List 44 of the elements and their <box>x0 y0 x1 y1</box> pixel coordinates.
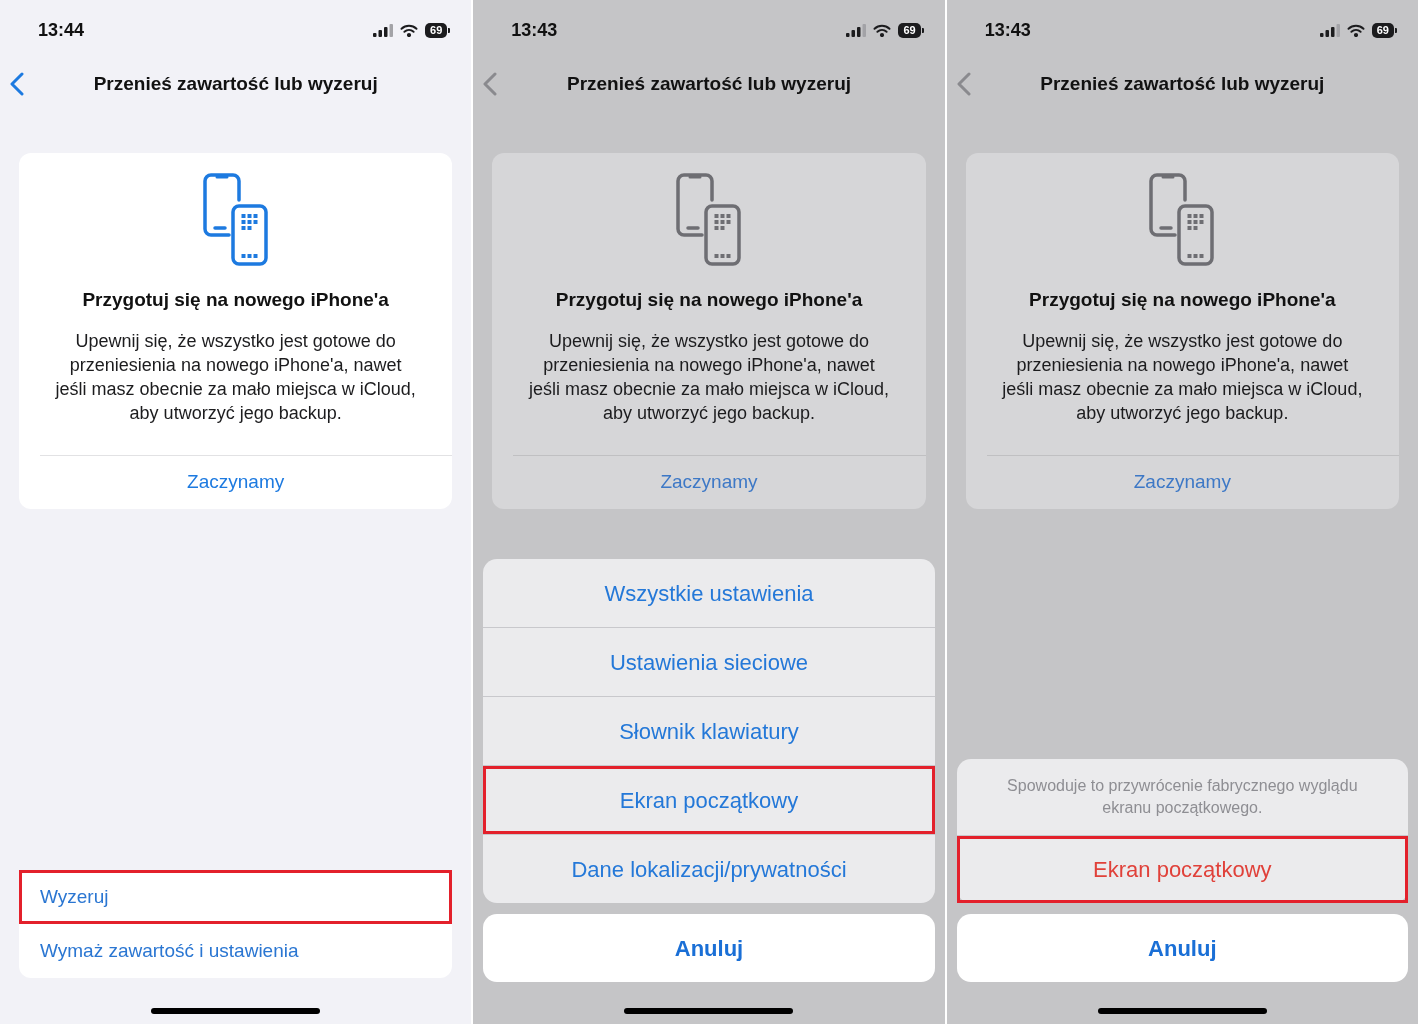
status-time: 13:43 <box>511 18 558 42</box>
card-title: Przygotuj się na nowego iPhone'a <box>1029 288 1336 312</box>
list-item[interactable]: Wymaż zawartość i ustawienia <box>19 924 453 978</box>
card-description: Upewnij się, że wszystko jest gotowe do przeniesienia na nowego iPhone'a, nawet jeśli masz obecnie za mało miejsca w iCloud, aby utworzyć jego backup. <box>1001 330 1364 425</box>
two-phones-icon <box>202 173 269 266</box>
card-description: Upewnij się, że wszystko jest gotowe do przeniesienia na nowego iPhone'a, nawet jeśli masz obecnie za mało miejsca w iCloud, aby utworzyć jego backup. <box>528 330 890 425</box>
cancel-button[interactable]: Anuluj <box>483 914 935 982</box>
sheet-action[interactable]: Ustawienia sieciowe <box>483 628 935 696</box>
get-started-link[interactable]: Zaczynamy <box>1133 468 1231 497</box>
status-time: 13:44 <box>38 18 85 42</box>
battery-indicator: 69 <box>898 22 924 38</box>
wifi-icon <box>873 23 892 37</box>
two-phones-icon <box>1149 173 1216 266</box>
back-button[interactable] <box>10 72 24 96</box>
nav-title: Przenieś zawartość lub wyzeruj <box>1039 71 1326 96</box>
card-title: Przygotuj się na nowego iPhone'a <box>555 288 863 312</box>
wifi-icon <box>1346 23 1365 37</box>
back-button[interactable] <box>483 72 498 96</box>
wifi-icon <box>400 23 419 37</box>
get-started-link[interactable]: Zaczynamy <box>187 468 285 497</box>
back-icon <box>483 72 498 96</box>
nav-title: Przenieś zawartość lub wyzeruj <box>565 71 852 96</box>
sheet-message: Spowoduje to przywrócenie fabrycznego wyglądu ekranu początkowego. <box>1006 776 1359 818</box>
nav-title: Przenieś zawartość lub wyzeruj <box>92 71 379 96</box>
signal-icon <box>373 23 394 37</box>
cancel-button[interactable]: Anuluj <box>956 914 1408 982</box>
sheet-action[interactable]: Dane lokalizacji/prywatności <box>483 835 935 903</box>
signal-icon <box>846 23 867 37</box>
sheet-action[interactable]: Ekran początkowy <box>483 766 935 834</box>
sheet-action[interactable]: Ekran początkowy <box>956 836 1408 903</box>
list-item[interactable]: Wyzeruj <box>19 870 453 924</box>
back-icon <box>956 72 971 96</box>
back-icon <box>10 72 24 96</box>
two-phones-icon <box>676 173 742 266</box>
battery-indicator: 69 <box>425 22 451 38</box>
signal-icon <box>1319 23 1340 37</box>
card-description: Upewnij się, że wszystko jest gotowe do przeniesienia na nowego iPhone'a, nawet jeśli masz obecnie za mało miejsca w iCloud, aby utworzyć jego backup. <box>54 330 417 425</box>
battery-indicator: 69 <box>1371 22 1397 38</box>
back-button[interactable] <box>956 72 971 96</box>
sheet-action[interactable]: Wszystkie ustawienia <box>483 559 935 627</box>
get-started-link[interactable]: Zaczynamy <box>660 468 758 497</box>
status-time: 13:43 <box>984 18 1031 42</box>
sheet-action[interactable]: Słownik klawiatury <box>483 697 935 765</box>
card-title: Przygotuj się na nowego iPhone'a <box>82 288 389 312</box>
